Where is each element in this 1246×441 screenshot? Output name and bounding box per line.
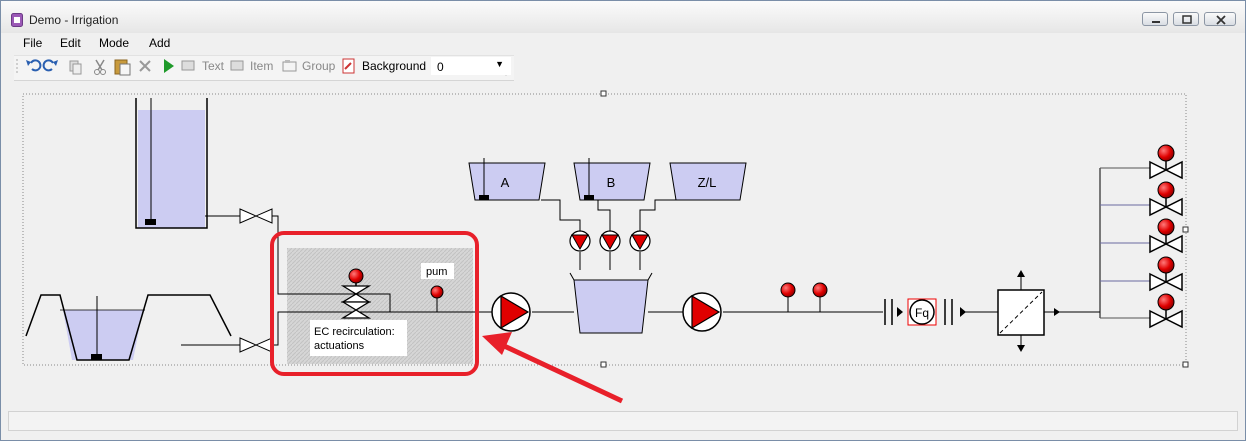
title-bar[interactable]: Demo - Irrigation [1, 1, 1245, 33]
pum-sensor-icon[interactable] [430, 285, 444, 299]
irrigation-diagram: A B Z/L Fq pum EC recirculation: actuati… [22, 90, 1189, 404]
background-select[interactable]: 0 ▼ [431, 57, 511, 75]
minimize-icon [1152, 21, 1160, 23]
pump-2-icon[interactable] [682, 292, 722, 332]
delete-icon[interactable] [139, 60, 151, 72]
filter[interactable] [997, 270, 1060, 352]
group-icon[interactable] [282, 60, 297, 72]
maximize-button[interactable] [1173, 12, 1199, 26]
paste-icon[interactable] [114, 59, 131, 76]
ph-sensor-icon[interactable] [812, 282, 828, 312]
close-icon [1216, 15, 1226, 25]
outlet-valve-3-icon[interactable] [1149, 218, 1183, 253]
app-icon [11, 13, 23, 27]
outlet-valve-4-icon[interactable] [1149, 256, 1183, 291]
upper-tank[interactable] [135, 98, 208, 229]
outlet-valve-1-icon[interactable] [1149, 144, 1183, 179]
background-select-value: 0 [437, 60, 444, 74]
menu-file[interactable]: File [23, 36, 42, 50]
flow-meter-label: Fq [915, 306, 929, 320]
maximize-icon [1182, 15, 1192, 24]
menu-add[interactable]: Add [149, 36, 170, 50]
cut-icon[interactable] [94, 59, 106, 75]
diagram-canvas[interactable]: A B Z/L Fq pum EC recirculation: actuati… [8, 84, 1238, 408]
outlet-valve-2-icon[interactable] [1149, 181, 1183, 216]
redo-icon[interactable] [42, 59, 58, 72]
dosing-pump-a-icon[interactable] [569, 230, 591, 252]
minimize-button[interactable] [1142, 12, 1168, 26]
ec-label-line2: actuations [314, 340, 365, 352]
pump-1-icon[interactable] [491, 292, 531, 332]
item-tool-label[interactable]: Item [250, 59, 273, 73]
outlet-valve-5-icon[interactable] [1149, 293, 1183, 328]
dosing-pump-b-icon[interactable] [599, 230, 621, 252]
undo-icon[interactable] [26, 59, 42, 72]
manual-valve-lower[interactable] [239, 337, 273, 353]
ec-label-line1: EC recirculation: [314, 326, 395, 338]
manual-valve-upper[interactable] [239, 208, 273, 224]
pum-label: pum [426, 266, 447, 278]
tank-zl-label: Z/L [698, 175, 717, 190]
copy-icon[interactable] [69, 60, 82, 75]
play-icon[interactable] [164, 59, 174, 73]
status-bar [8, 411, 1238, 431]
lower-basin[interactable] [25, 294, 232, 361]
text-tool-label[interactable]: Text [202, 59, 224, 73]
ec-sensor-icon[interactable] [780, 282, 796, 312]
mix-tank[interactable] [569, 272, 653, 334]
tank-b-label: B [607, 175, 616, 190]
window-title: Demo - Irrigation [29, 13, 119, 27]
text-icon[interactable] [181, 60, 195, 71]
dosing-pump-zl-icon[interactable] [629, 230, 651, 252]
menu-edit[interactable]: Edit [60, 36, 81, 50]
menu-mode[interactable]: Mode [99, 36, 129, 50]
background-tool-label[interactable]: Background [362, 59, 426, 73]
group-tool-label[interactable]: Group [302, 59, 335, 73]
close-button[interactable] [1204, 12, 1236, 26]
background-icon[interactable] [342, 58, 355, 74]
tank-a-label: A [501, 175, 510, 190]
item-icon[interactable] [230, 60, 244, 71]
chevron-down-icon: ▼ [495, 59, 504, 69]
